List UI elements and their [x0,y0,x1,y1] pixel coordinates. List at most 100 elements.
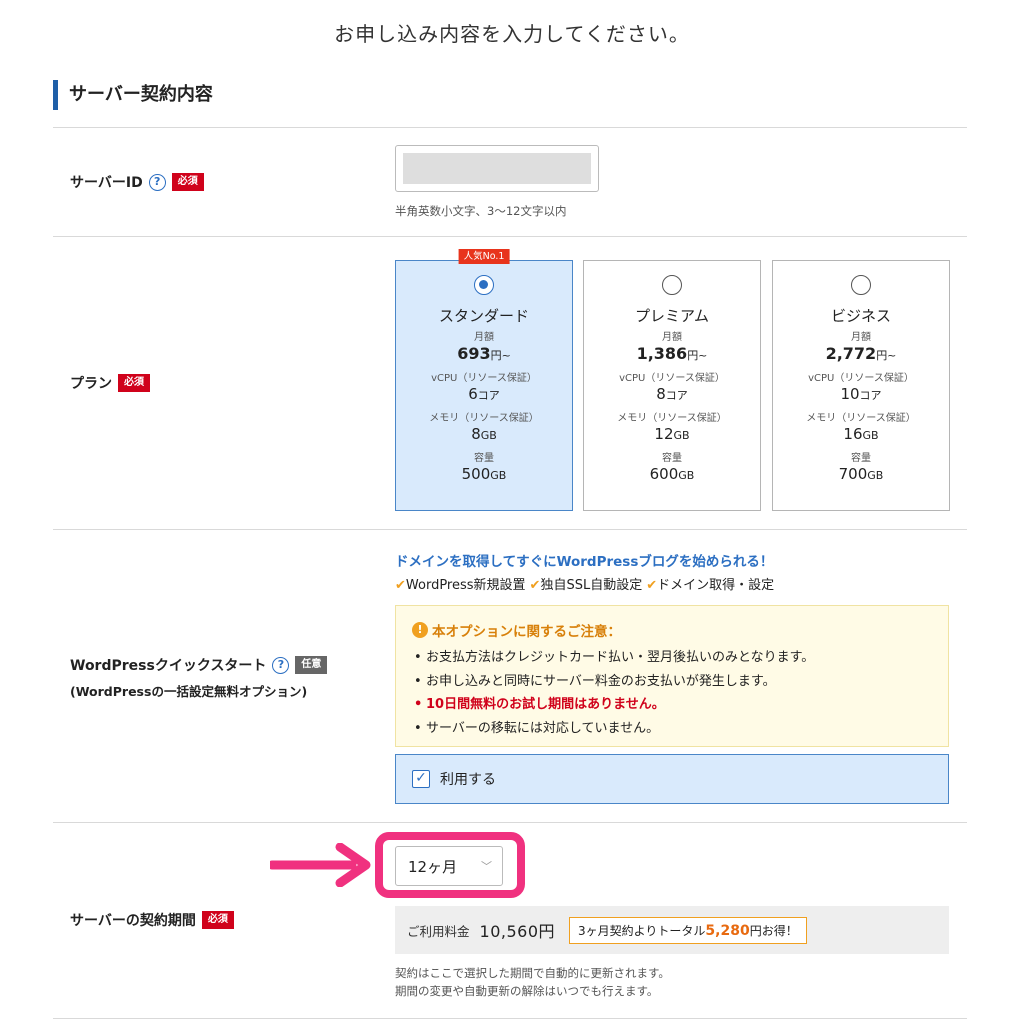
use-label: 利用する [440,772,496,788]
plan-card-premium[interactable]: プレミアム 月額 1,386円~ vCPU（リソース保証） 8コア メモリ（リソ… [583,260,761,511]
help-icon[interactable]: ? [148,173,166,191]
memory-unit: GB [480,429,497,442]
plan-memory: 16GB [773,425,949,445]
help-icon[interactable]: ? [272,656,290,674]
contract-note-2: 期間の変更や自動更新の解除はいつでも行えます。 [395,984,659,998]
warning-icon: ! [412,622,428,638]
divider [53,127,967,128]
feature-item: ✔独自SSL自動設定 [530,574,643,593]
vcpu-unit: コア [859,389,882,402]
month-label: 月額 [851,332,871,343]
required-badge: 必須 [201,911,234,929]
divider [53,1018,967,1019]
wordpress-label: WordPressクイックスタート ? 任意 [70,655,328,675]
check-icon: ✔ [395,578,406,593]
wordpress-promo: ドメインを取得してすぐにWordPressブログを始められる！ [395,554,774,570]
plan-vcpu: 6コア [396,385,572,405]
notice-item: お申し込みと同時にサーバー料金のお支払いが発生します。 [412,670,932,694]
server-id-hint: 半角英数小文字、3～12文字以内 [395,204,567,218]
plan-storage: 700GB [773,465,949,485]
storage-unit: GB [490,469,507,482]
plan-card-standard[interactable]: 人気No.1 スタンダード 月額 693円~ vCPU（リソース保証） 6コア … [395,249,573,511]
month-label: 月額 [474,332,494,343]
plan-memory: 12GB [584,425,760,445]
notice-title: ! 本オプションに関するご注意： [412,620,932,640]
optional-badge: 任意 [295,656,328,674]
fee-value: 10,560円 [479,922,556,941]
storage-unit: GB [678,469,695,482]
plan-vcpu: 10コア [773,385,949,405]
contract-period-label-text: サーバーの契約期間 [70,913,196,929]
plan-radio-premium[interactable] [662,275,682,295]
storage-unit: GB [867,469,884,482]
server-id-label-text: サーバーID [70,175,143,191]
price-suffix: 円~ [490,349,511,362]
required-badge: 必須 [118,374,150,392]
memory-label: メモリ（リソース保証） [429,413,539,424]
divider [53,236,967,237]
savings-prefix: 3ヶ月契約よりトータル [578,923,706,938]
savings-badge: 3ヶ月契約よりトータル5,280円お得！ [569,916,807,944]
storage-value: 600 [649,465,679,483]
required-badge: 必須 [171,173,204,191]
divider [53,822,967,823]
use-checkbox[interactable]: ✓ [412,770,430,788]
vcpu-label: vCPU（リソース保証） [808,373,914,384]
plan-storage: 500GB [396,465,572,485]
vcpu-unit: コア [665,389,688,402]
contract-period-select[interactable]: 12ヶ月 ﹀ [395,846,503,886]
plan-price: 693円~ [396,344,572,365]
notice-title-text: 本オプションに関するご注意： [432,624,621,640]
check-icon: ✔ [529,578,541,593]
plan-radio-business[interactable] [851,275,871,295]
storage-value: 700 [838,465,868,483]
notice-box: ! 本オプションに関するご注意： お支払方法はクレジットカード払い・翌月後払いの… [395,605,949,747]
wordpress-sublabel: (WordPressの一括設定無料オプション) [70,684,308,699]
vcpu-value: 8 [656,385,666,403]
divider [53,529,967,530]
month-label: 月額 [662,332,682,343]
vcpu-unit: コア [477,389,500,402]
notice-list: お支払方法はクレジットカード払い・翌月後払いのみとなります。 お申し込みと同時に… [412,646,932,740]
use-option-checkbox-row[interactable]: ✓ 利用する [395,754,949,804]
wordpress-label-text: WordPressクイックスタート [70,658,267,674]
arrow-icon [270,843,371,887]
savings-amount: 5,280 [705,922,750,939]
storage-label: 容量 [851,453,871,464]
popular-tag: 人気No.1 [458,249,510,264]
select-value: 12ヶ月 [408,857,458,876]
savings-suffix: 円お得！ [749,923,798,938]
notice-item-warning: 10日間無料のお試し期間はありません。 [412,693,932,717]
memory-value: 16 [843,425,863,443]
vcpu-value: 6 [468,385,478,403]
price-suffix: 円~ [687,349,708,362]
storage-label: 容量 [662,453,682,464]
plan-radio-standard[interactable] [474,275,494,295]
server-id-input[interactable] [395,145,599,192]
contract-note-1: 契約はここで選択した期間で自動的に更新されます。 [395,966,670,980]
plan-card-business[interactable]: ビジネス 月額 2,772円~ vCPU（リソース保証） 10コア メモリ（リソ… [772,260,950,511]
feature-item: ✔WordPress新規設置 [395,574,526,593]
contract-period-label: サーバーの契約期間 必須 [70,910,234,930]
feature-text: 独自SSL自動設定 [540,578,643,593]
wordpress-features: ✔WordPress新規設置 ✔独自SSL自動設定 ✔ドメイン取得・設定 [395,574,774,593]
section-title: サーバー契約内容 [53,80,213,110]
vcpu-label: vCPU（リソース保証） [619,373,725,384]
memory-unit: GB [673,429,690,442]
plan-memory: 8GB [396,425,572,445]
plan-label: プラン 必須 [70,373,150,393]
storage-label: 容量 [474,453,494,464]
price-bar: ご利用料金 10,560円 3ヶ月契約よりトータル5,280円お得！ [395,906,949,954]
plan-name: スタンダード [438,307,529,325]
price-suffix: 円~ [876,349,897,362]
plan-storage: 600GB [584,465,760,485]
fee-label: ご利用料金 [407,923,470,939]
feature-text: ドメイン取得・設定 [657,578,775,593]
chevron-down-icon: ﹀ [481,860,492,873]
feature-item: ✔ドメイン取得・設定 [646,574,774,593]
price-amount: 693 [457,344,491,363]
price-amount: 2,772 [825,344,877,363]
redacted-value [403,153,591,184]
feature-text: WordPress新規設置 [405,578,526,593]
page-heading: お申し込み内容を入力してください。 [334,22,690,46]
